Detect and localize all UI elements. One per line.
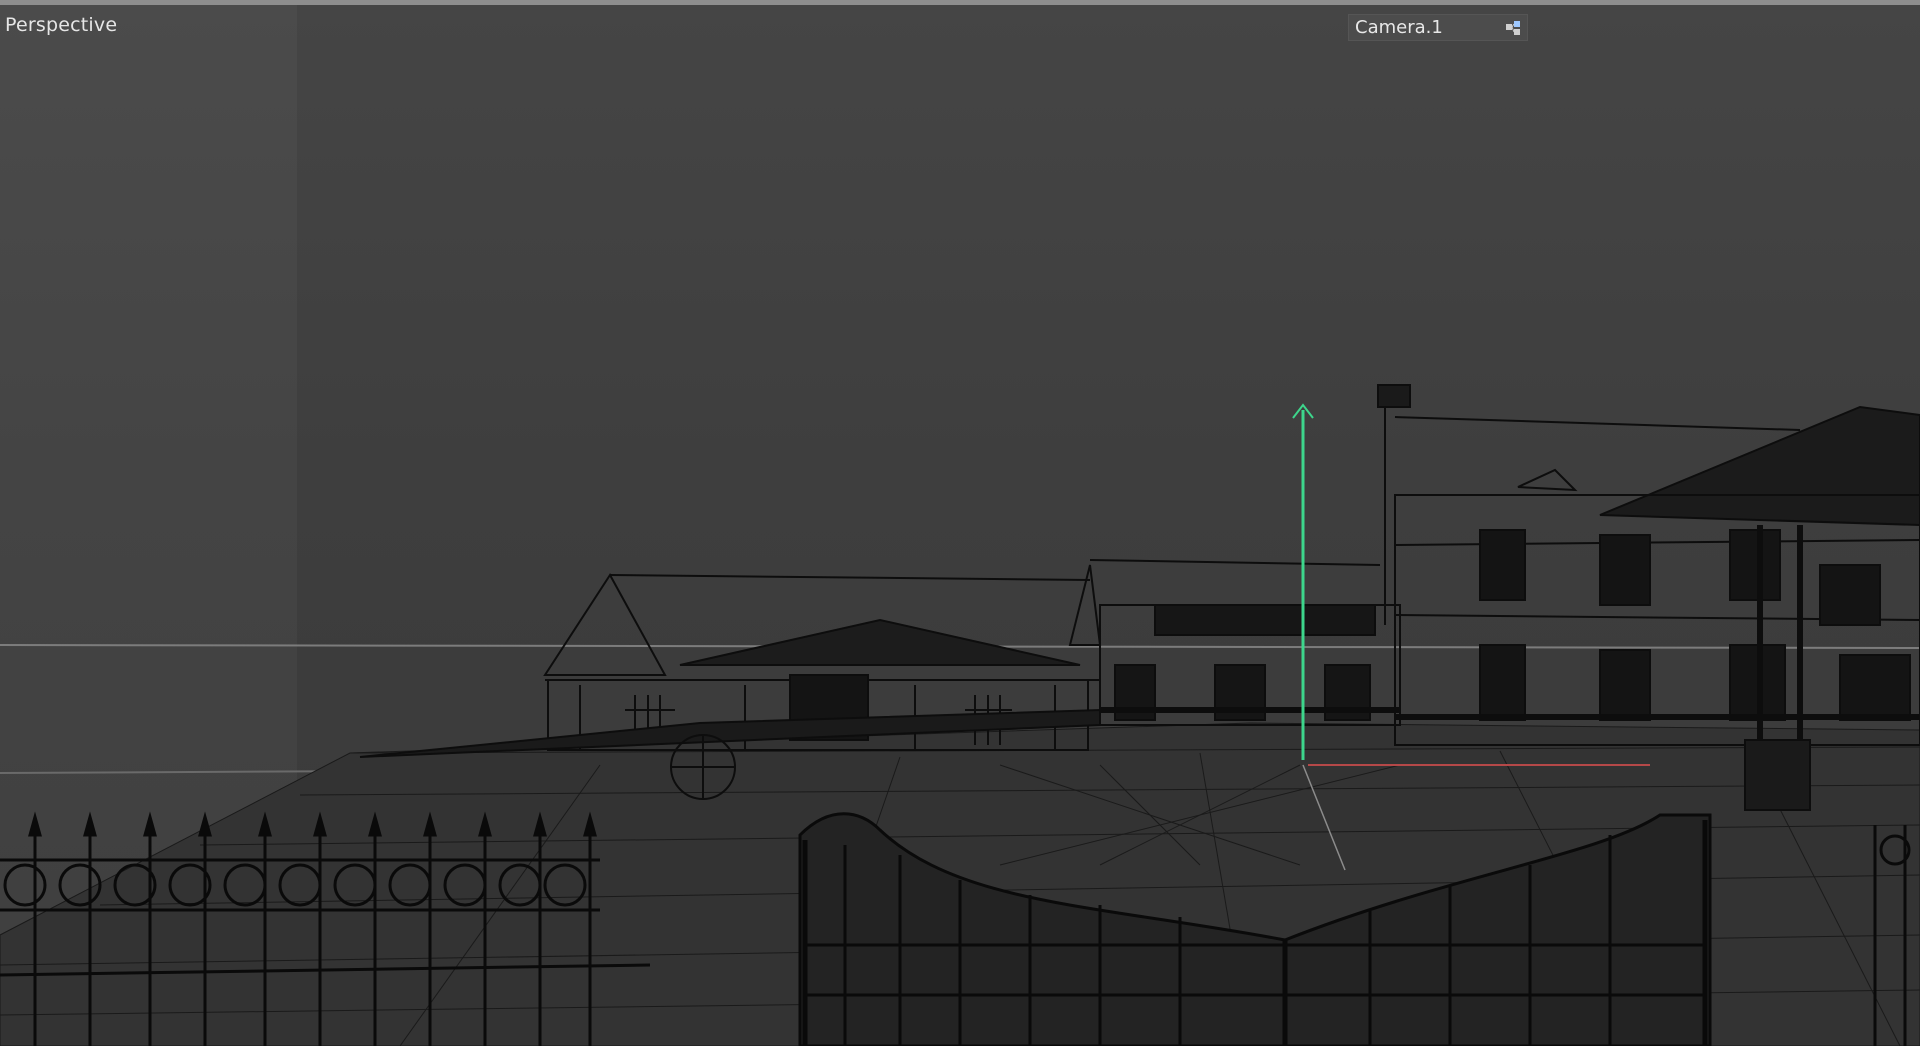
viewport-view-label[interactable]: Perspective xyxy=(5,14,117,36)
wireframe-scene xyxy=(0,384,1920,1046)
camera-link-icon[interactable] xyxy=(1501,17,1527,39)
camera-name-label: Camera.1 xyxy=(1355,17,1443,38)
3d-viewport[interactable]: Perspective Camera.1 xyxy=(0,5,1920,1046)
central-building xyxy=(1068,559,1401,726)
camera-selector[interactable]: Camera.1 xyxy=(1348,14,1528,41)
